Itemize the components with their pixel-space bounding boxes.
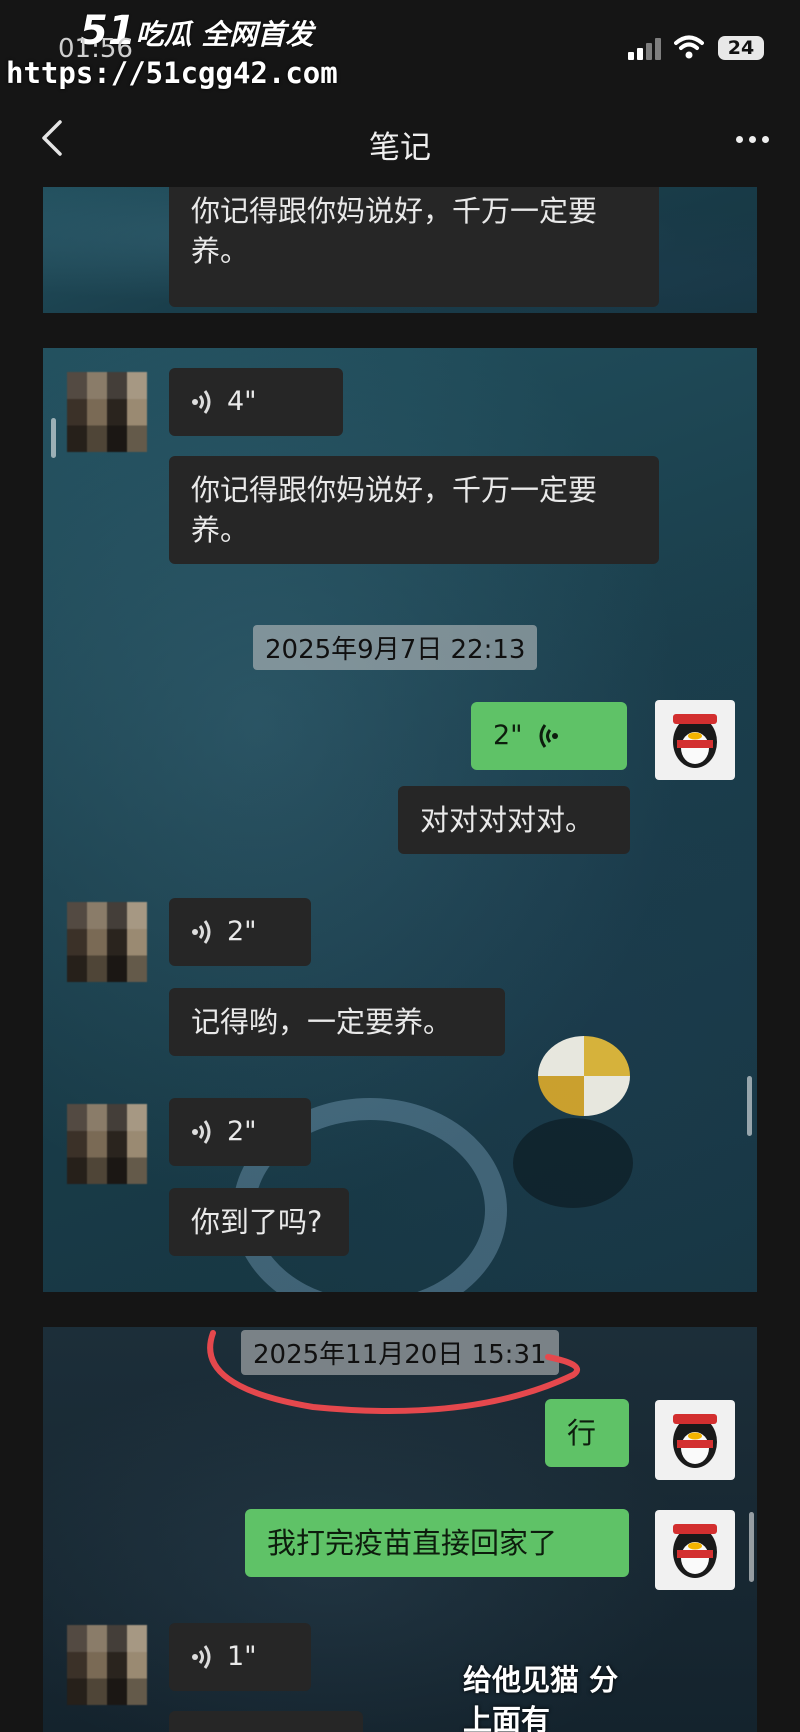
scroll-indicator <box>51 418 56 458</box>
screenshot-panel-2: 4" 你记得跟你妈说好，千万一定要养。 2025年9月7日 22:13 2" 对… <box>43 348 757 1292</box>
message-bubble: 你到了吗? <box>169 1188 349 1256</box>
voice-icon <box>192 1645 211 1669</box>
message-bubble-mine: 我打完疫苗直接回家了 <box>245 1509 629 1577</box>
voice-message[interactable]: 2" <box>169 898 311 966</box>
overlay-caption: 上面有 <box>463 1703 551 1732</box>
screenshot-panel-1: 你记得跟你妈说好，千万一定要养。 <box>43 187 757 313</box>
watermark-url: https://51cgg42.com <box>6 56 338 90</box>
ball-shadow-decor <box>513 1118 633 1208</box>
voice-icon <box>192 920 211 944</box>
scroll-indicator <box>749 1512 754 1582</box>
message-bubble <box>169 1711 363 1732</box>
message-bubble: 你记得跟你妈说好，千万一定要养。 <box>169 456 659 564</box>
avatar <box>67 1625 147 1705</box>
voice-message[interactable]: 1" <box>169 1623 311 1691</box>
qq-penguin-icon <box>673 1414 717 1468</box>
avatar-mine <box>655 1400 735 1480</box>
voice-message[interactable]: 2" <box>169 1098 311 1166</box>
voice-icon <box>192 1120 211 1144</box>
avatar <box>67 372 147 452</box>
avatar <box>67 902 147 982</box>
message-bubble: 你记得跟你妈说好，千万一定要养。 <box>169 187 659 307</box>
overlay-caption: 给他见猫 分 <box>463 1663 619 1697</box>
qq-penguin-icon <box>673 1524 717 1578</box>
signal-icon <box>628 38 661 60</box>
message-bubble-mine: 对对对对对。 <box>398 786 630 854</box>
voice-icon <box>539 724 558 748</box>
battery-icon: 24 <box>718 36 764 60</box>
timestamp: 2025年9月7日 22:13 <box>253 625 538 670</box>
beach-ball-decor <box>538 1036 630 1116</box>
page-title: 笔记 <box>369 130 431 166</box>
voice-icon <box>192 390 211 414</box>
avatar-mine <box>655 1510 735 1590</box>
avatar-mine <box>655 700 735 780</box>
message-bubble-mine: 行 <box>545 1399 629 1467</box>
scroll-indicator <box>747 1076 752 1136</box>
qq-penguin-icon <box>673 714 717 768</box>
screenshot-panel-3: 2025年11月20日 15:31 行 我打完疫苗直接回家了 1" 给他见猫 分… <box>43 1327 757 1732</box>
wifi-icon <box>674 35 704 59</box>
voice-message-mine[interactable]: 2" <box>471 702 627 770</box>
more-icon[interactable] <box>736 136 769 143</box>
voice-message[interactable]: 4" <box>169 368 343 436</box>
message-bubble: 记得哟，一定要养。 <box>169 988 505 1056</box>
avatar <box>67 1104 147 1184</box>
